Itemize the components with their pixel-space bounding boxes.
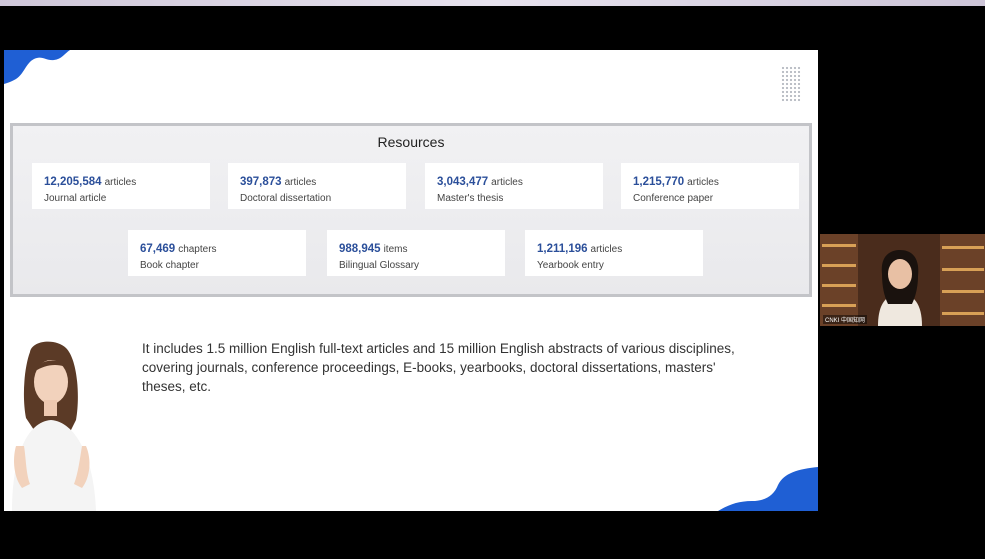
card-number: 1,211,196 <box>537 243 588 255</box>
card-number: 397,873 <box>240 176 282 188</box>
card-unit: articles <box>590 244 623 255</box>
card-number: 12,205,584 <box>44 176 102 188</box>
resource-card-yearbook: 1,211,196 articles Yearbook entry <box>525 230 703 276</box>
card-label: Journal article <box>44 193 107 204</box>
card-number: 988,945 <box>339 243 381 255</box>
card-number: 3,043,477 <box>437 176 489 188</box>
card-number: 1,215,770 <box>633 176 685 188</box>
card-unit: articles <box>491 177 523 188</box>
resources-panel: Resources 12,205,584 articles Journal art… <box>10 123 812 297</box>
card-label: Master's thesis <box>437 193 504 204</box>
presenter-illustration <box>12 341 96 511</box>
slide-description: It includes 1.5 million English full-tex… <box>142 341 735 394</box>
resources-title: Resources <box>377 134 445 150</box>
resource-card-glossary: 988,945 items Bilingual Glossary <box>327 230 505 276</box>
participant-video-tile[interactable]: CNKI 中国知网 <box>820 234 985 326</box>
card-label: Conference paper <box>633 193 714 204</box>
card-label: Book chapter <box>140 260 199 271</box>
decorative-blob-top-left <box>4 50 70 84</box>
resource-card-journal: 12,205,584 articles Journal article <box>32 163 210 209</box>
card-label: Doctoral dissertation <box>240 193 332 204</box>
card-unit: items <box>383 244 408 255</box>
top-window-strip <box>0 0 985 6</box>
participant-name-label: CNKI 中国知网 <box>823 315 868 324</box>
card-unit: chapters <box>178 244 217 255</box>
card-unit: articles <box>687 177 719 188</box>
resource-card-book-chapter: 67,469 chapters Book chapter <box>128 230 306 276</box>
card-label: Yearbook entry <box>537 260 604 271</box>
decorative-blob-bottom-right <box>718 467 818 511</box>
resource-card-conference: 1,215,770 articles Conference paper <box>621 163 799 209</box>
card-unit: articles <box>284 177 317 188</box>
presentation-slide: Resources 12,205,584 articles Journal art… <box>4 50 818 511</box>
card-unit: articles <box>104 177 137 188</box>
resource-card-doctoral: 397,873 articles Doctoral dissertation <box>228 163 406 209</box>
dot-grid-decoration <box>781 66 801 102</box>
resource-card-masters: 3,043,477 articles Master's thesis <box>425 163 603 209</box>
card-label: Bilingual Glossary <box>339 260 420 271</box>
video-frame <box>820 234 985 326</box>
card-number: 67,469 <box>140 243 176 255</box>
